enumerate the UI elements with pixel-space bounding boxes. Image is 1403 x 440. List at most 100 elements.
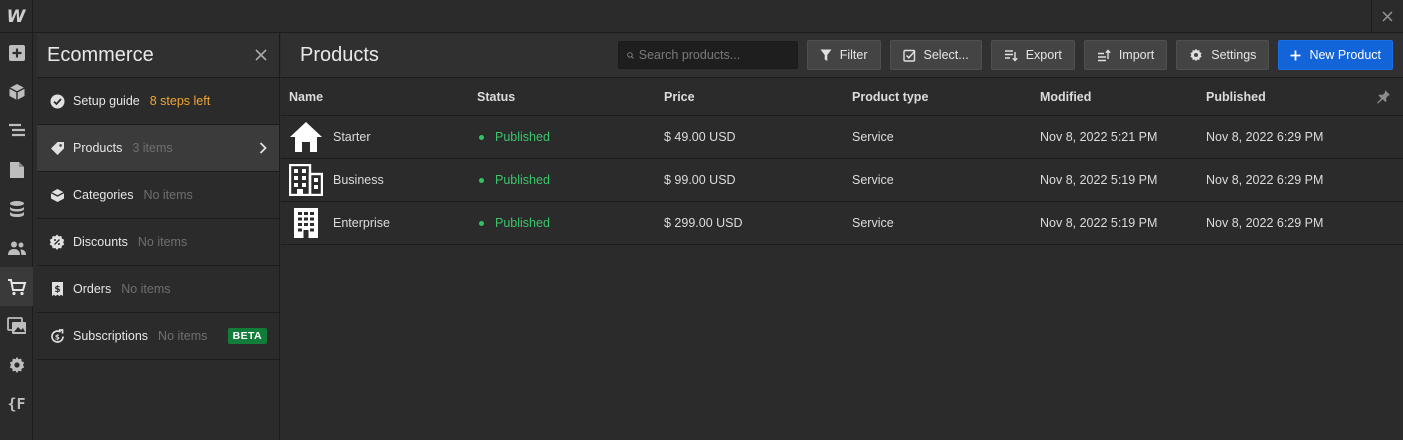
panel-item-sub: No items <box>158 329 208 343</box>
modified-cell: Nov 8, 2022 5:21 PM <box>1040 130 1158 144</box>
panel-item-orders[interactable]: $ Orders No items <box>37 266 279 313</box>
settings-button-label: Settings <box>1211 48 1257 62</box>
import-button-label: Import <box>1118 48 1155 62</box>
rail-pages-button[interactable] <box>0 150 33 189</box>
rail-cms-button[interactable] <box>0 189 33 228</box>
column-header-status[interactable]: Status <box>477 78 515 115</box>
table-row[interactable]: Starter Published $ 49.00 USD Service No… <box>281 116 1403 159</box>
product-type-cell: Service <box>852 173 894 187</box>
panel-item-sub: No items <box>143 188 193 202</box>
panel-header: Ecommerce <box>37 33 279 78</box>
category-icon <box>49 187 65 203</box>
add-icon <box>8 44 25 61</box>
users-icon <box>7 241 26 255</box>
pin-icon[interactable] <box>1376 89 1391 107</box>
import-button[interactable]: Import <box>1083 40 1168 70</box>
search-box <box>617 41 798 69</box>
settings-button[interactable]: Settings <box>1176 40 1270 70</box>
panel-item-sub: 8 steps left <box>149 94 211 108</box>
column-header-product-type[interactable]: Product type <box>852 78 928 115</box>
gear-icon <box>1190 48 1202 62</box>
house-icon <box>289 120 323 154</box>
close-icon <box>1382 11 1393 22</box>
rail-settings-button[interactable] <box>0 345 33 384</box>
settings-icon <box>9 356 24 373</box>
panel-item-label: Subscriptions <box>73 329 149 343</box>
new-product-button[interactable]: New Product <box>1278 40 1393 70</box>
column-header-modified[interactable]: Modified <box>1040 78 1091 115</box>
rail-users-button[interactable] <box>0 228 33 267</box>
close-icon <box>255 49 267 61</box>
column-header-published[interactable]: Published <box>1206 78 1266 115</box>
panel-item-categories[interactable]: Categories No items <box>37 172 279 219</box>
office-building-icon <box>289 163 323 197</box>
published-cell: Nov 8, 2022 6:29 PM <box>1206 216 1324 230</box>
published-cell: Nov 8, 2022 6:29 PM <box>1206 173 1324 187</box>
rail-variables-button[interactable]: {F <box>0 384 33 423</box>
price-cell: $ 49.00 USD <box>664 130 736 144</box>
panel-title: Ecommerce <box>47 43 154 66</box>
export-button-label: Export <box>1025 48 1062 62</box>
product-type-cell: Service <box>852 216 894 230</box>
status-dot <box>479 177 484 183</box>
status-cell: Published <box>477 116 550 158</box>
product-name: Starter <box>333 130 371 144</box>
tag-icon <box>49 140 65 156</box>
table-row[interactable]: Business Published $ 99.00 USD Service N… <box>281 159 1403 202</box>
panel-item-label: Orders <box>73 282 112 296</box>
products-main: Products Filter Select... Export Import <box>281 33 1403 440</box>
rail-components-button[interactable] <box>0 72 33 111</box>
ecommerce-cart-icon <box>7 278 26 295</box>
filter-button[interactable]: Filter <box>806 40 881 70</box>
checkbox-icon <box>902 49 916 62</box>
column-header-name[interactable]: Name <box>289 78 323 115</box>
panel-item-sub: 3 items <box>132 141 173 155</box>
status-dot <box>479 134 484 140</box>
product-name: Business <box>333 173 384 187</box>
name-cell: Enterprise <box>289 202 390 244</box>
close-panel-button[interactable] <box>255 49 267 61</box>
modified-cell: Nov 8, 2022 5:19 PM <box>1040 216 1158 230</box>
close-editor-button[interactable] <box>1371 0 1403 33</box>
select-button-label: Select... <box>923 48 969 62</box>
subscription-icon: $ <box>49 328 65 344</box>
svg-text:$: $ <box>54 285 60 295</box>
export-button[interactable]: Export <box>990 40 1075 70</box>
ecommerce-panel: Ecommerce Setup guide 8 steps left Produ… <box>37 33 280 440</box>
column-header-price[interactable]: Price <box>664 78 695 115</box>
rail-add-button[interactable] <box>0 33 33 72</box>
status-cell: Published <box>477 202 550 244</box>
published-cell: Nov 8, 2022 6:29 PM <box>1206 130 1324 144</box>
panel-item-products[interactable]: Products 3 items <box>37 125 279 172</box>
webflow-logo[interactable]: W <box>0 0 33 33</box>
price-cell: $ 99.00 USD <box>664 173 736 187</box>
panel-item-label: Categories <box>73 188 134 202</box>
search-icon <box>626 51 634 59</box>
panel-item-label: Discounts <box>73 235 128 249</box>
rail-navigator-button[interactable] <box>0 111 33 150</box>
check-circle-icon <box>49 93 65 109</box>
product-name: Enterprise <box>333 216 390 230</box>
panel-item-label: Setup guide <box>73 94 140 108</box>
logo-text: W <box>6 6 26 27</box>
status-dot <box>479 220 484 226</box>
rail-assets-button[interactable] <box>0 306 33 345</box>
panel-item-sub: No items <box>137 235 188 249</box>
table-row[interactable]: Enterprise Published $ 299.00 USD Servic… <box>281 202 1403 245</box>
filter-icon <box>820 49 832 61</box>
top-bar: W <box>0 0 1403 33</box>
table-header: Name Status Price Product type Modified … <box>281 78 1403 116</box>
product-type-cell: Service <box>852 130 894 144</box>
status-badge: Published <box>495 216 550 230</box>
panel-item-discounts[interactable]: Discounts No items <box>37 219 279 266</box>
rail-ecommerce-button[interactable] <box>0 267 33 306</box>
select-button[interactable]: Select... <box>889 40 982 70</box>
panel-item-setup-guide[interactable]: Setup guide 8 steps left <box>37 78 279 125</box>
status-cell: Published <box>477 159 550 201</box>
left-rail: {F <box>0 33 33 440</box>
page-title: Products <box>300 43 379 66</box>
panel-item-subscriptions[interactable]: $ Subscriptions No items BETA <box>37 313 279 360</box>
filter-button-label: Filter <box>839 48 868 62</box>
chevron-right-icon <box>259 142 267 154</box>
search-input[interactable] <box>638 48 789 62</box>
